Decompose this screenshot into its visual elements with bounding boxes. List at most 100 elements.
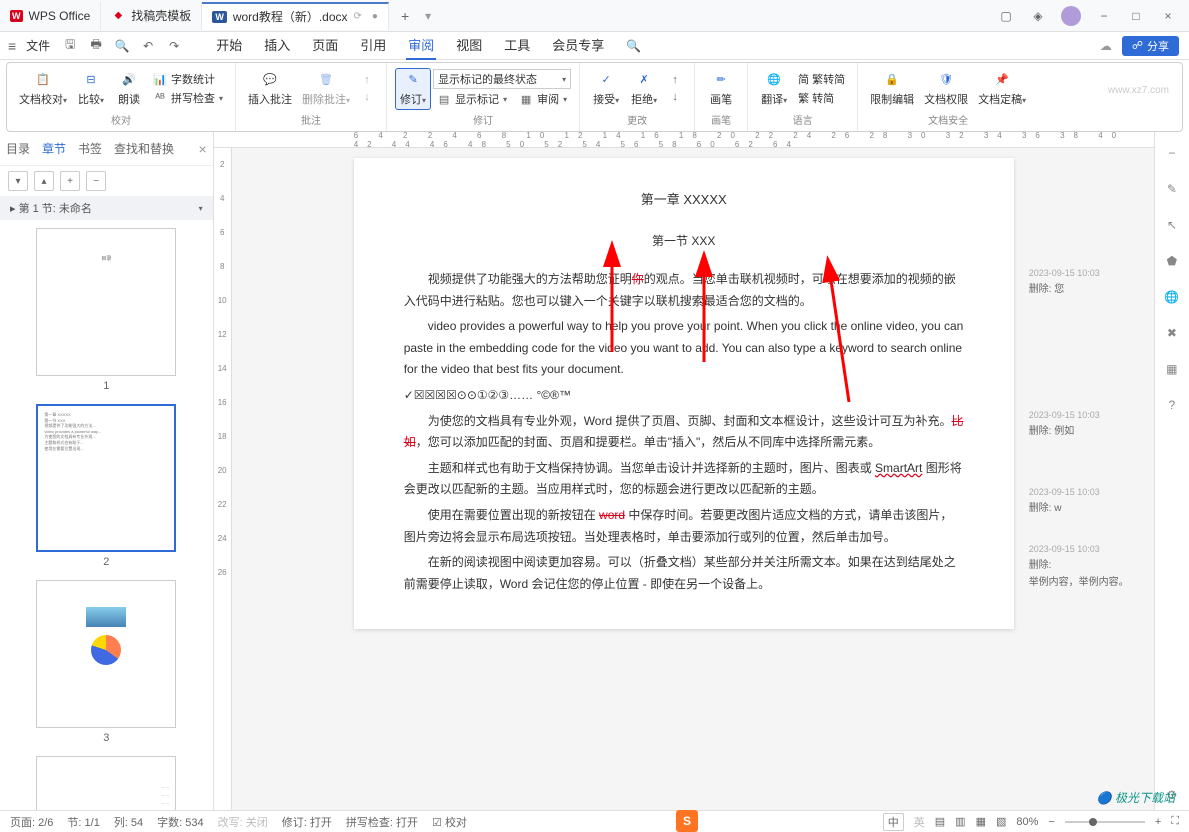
status-spell[interactable]: 拼写检查: 打开 (346, 814, 418, 830)
status-overwrite[interactable]: 改写: 关闭 (218, 814, 268, 830)
doc-permission-button[interactable]: 🛡文档权限 (920, 69, 972, 109)
cloud-icon[interactable]: ☁ (1100, 39, 1112, 53)
undo-icon[interactable]: ↶ (138, 39, 158, 53)
help-icon[interactable]: ? (1163, 396, 1181, 414)
zoom-slider[interactable] (1065, 821, 1145, 823)
tab-view[interactable]: 视图 (454, 31, 484, 60)
document-scroll[interactable]: 第一章 XXXXX 第一节 XXX 视频提供了功能强大的方法帮助您证明你的观点。… (214, 148, 1154, 814)
tab-templates[interactable]: ◆ 找稿壳模板 (101, 2, 202, 30)
pen-icon[interactable]: ✎ (1163, 180, 1181, 198)
tab-wps-home[interactable]: W WPS Office (0, 2, 101, 30)
sidebar-tab-bookmarks[interactable]: 书签 (78, 140, 102, 157)
sb-down-button[interactable]: ▾ (8, 171, 28, 191)
view-print-icon[interactable]: ▤ (935, 815, 945, 828)
status-revise[interactable]: 修订: 打开 (282, 814, 332, 830)
close-window-button[interactable]: × (1159, 7, 1177, 25)
delete-comment-button[interactable]: 🗑删除批注▾ (298, 69, 354, 109)
status-page[interactable]: 页面: 2/6 (10, 814, 53, 830)
ruler-horizontal[interactable]: 6 4 2 2 4 6 8 10 12 14 16 18 20 22 24 26… (214, 132, 1154, 148)
finalize-button[interactable]: 📌文档定稿▾ (974, 69, 1030, 109)
thumbnail[interactable]: 目录 1 (16, 228, 197, 392)
view-web-icon[interactable]: ▦ (976, 815, 986, 828)
ime-ch-button[interactable]: 中 (883, 813, 904, 831)
prev-change-button[interactable]: ↑ (664, 72, 686, 88)
hamburger-icon[interactable]: ≡ (8, 38, 16, 54)
tab-document[interactable]: W word教程（新）.docx ⟳ ● (202, 2, 389, 30)
brush-button[interactable]: ✏画笔 (703, 69, 739, 109)
ime-badge[interactable]: S (676, 810, 698, 832)
revision-item[interactable]: 2023-09-15 10:03 删除: w (1029, 487, 1154, 514)
collapse-icon[interactable]: − (1163, 144, 1181, 162)
review-pane-button[interactable]: ▦审阅▾ (515, 90, 571, 108)
revision-item[interactable]: 2023-09-15 10:03 删除: 举例内容，举例内容。 (1029, 544, 1154, 588)
tab-overflow-icon[interactable]: ▾ (425, 9, 431, 23)
ime-en-button[interactable]: 英 (914, 814, 925, 830)
close-tab-icon[interactable]: ● (372, 11, 378, 22)
read-aloud-button[interactable]: 🔊朗读 (111, 69, 147, 109)
save-icon[interactable]: 🖫 (60, 35, 80, 56)
new-tab-button[interactable]: + (389, 8, 421, 24)
trad-to-simp-button[interactable]: 简 繁转简 (794, 70, 849, 88)
sidebar-tab-chapters[interactable]: 章节 (42, 140, 66, 157)
sidebar-tab-toc[interactable]: 目录 (6, 140, 30, 157)
display-mode-dropdown[interactable]: 显示标记的最终状态▾ (433, 69, 571, 89)
next-change-button[interactable]: ↓ (664, 89, 686, 105)
thumbnail[interactable]: 3 (16, 580, 197, 744)
redo-icon[interactable]: ↷ (164, 39, 184, 53)
avatar[interactable] (1061, 6, 1081, 26)
restrict-edit-button[interactable]: 🔒限制编辑 (866, 69, 918, 109)
maximize-button[interactable]: □ (1127, 7, 1145, 25)
next-comment-button[interactable]: ↓ (356, 89, 378, 105)
simp-to-trad-button[interactable]: 繁 转简 (794, 89, 849, 107)
status-words[interactable]: 字数: 534 (157, 814, 203, 830)
zoom-label[interactable]: 80% (1016, 816, 1038, 828)
sb-add-button[interactable]: + (60, 171, 80, 191)
thumbnail[interactable]: 第一章 XXXXX第一节 XXX视频提供了功能强大的方法...video pro… (16, 404, 197, 568)
status-section[interactable]: 节: 1/1 (67, 814, 99, 830)
globe-icon[interactable]: 🌐 (1163, 288, 1181, 306)
sb-remove-button[interactable]: − (86, 171, 106, 191)
file-menu[interactable]: 文件 (26, 37, 50, 54)
tab-member[interactable]: 会员专享 (550, 31, 606, 60)
tab-start[interactable]: 开始 (214, 31, 244, 60)
shape-icon[interactable]: ⬟ (1163, 252, 1181, 270)
insert-comment-button[interactable]: 💬插入批注 (244, 69, 296, 109)
spell-check-button[interactable]: ᴬᴮ拼写检查▾ (149, 89, 227, 107)
share-button[interactable]: ☍ 分享 (1122, 36, 1179, 56)
compare-button[interactable]: ⊟比较▾ (73, 69, 109, 109)
track-changes-button[interactable]: ✎修订▾ (395, 68, 431, 110)
revision-item[interactable]: 2023-09-15 10:03 删除: 您 (1029, 268, 1154, 295)
select-icon[interactable]: ↖ (1163, 216, 1181, 234)
refresh-icon[interactable]: ⟳ (354, 11, 362, 22)
thumbnails-panel[interactable]: 目录 1 第一章 XXXXX第一节 XXX视频提供了功能强大的方法...vide… (0, 220, 213, 814)
tab-reference[interactable]: 引用 (358, 31, 388, 60)
revision-item[interactable]: 2023-09-15 10:03 删除: 例如 (1029, 410, 1154, 437)
view-read-icon[interactable]: ▥ (955, 815, 965, 828)
fullscreen-icon[interactable]: ⛶ (1171, 815, 1179, 828)
prev-comment-button[interactable]: ↑ (356, 72, 378, 88)
status-col[interactable]: 列: 54 (114, 814, 143, 830)
zoom-out-button[interactable]: − (1048, 816, 1054, 828)
preview-icon[interactable]: 🔍 (112, 39, 132, 53)
sidebar-section-header[interactable]: ▸ 第 1 节: 未命名▾ (0, 196, 213, 220)
accept-button[interactable]: ✓接受▾ (588, 69, 624, 109)
view-outline-icon[interactable]: ▧ (996, 815, 1006, 828)
tab-tools[interactable]: 工具 (502, 31, 532, 60)
thumbnail[interactable]: ... ...... ...... ...... ... 4 (16, 756, 197, 814)
sidebar-tab-find[interactable]: 查找和替换 (114, 140, 174, 157)
sb-up-button[interactable]: ▴ (34, 171, 54, 191)
tab-page[interactable]: 页面 (310, 31, 340, 60)
page[interactable]: 第一章 XXXXX 第一节 XXX 视频提供了功能强大的方法帮助您证明你的观点。… (354, 158, 1014, 629)
print-icon[interactable]: 🖶 (86, 35, 106, 56)
status-proofread[interactable]: ☑ 校对 (432, 814, 467, 830)
doc-proof-button[interactable]: 📋文档校对▾ (15, 69, 71, 109)
minimize-button[interactable]: − (1095, 7, 1113, 25)
layout-icon[interactable]: ▦ (1163, 360, 1181, 378)
app-menu-icon[interactable]: ▢ (997, 7, 1015, 25)
tab-insert[interactable]: 插入 (262, 31, 292, 60)
show-markup-button[interactable]: ▤显示标记▾ (433, 90, 511, 108)
translate-button[interactable]: 🌐翻译▾ (756, 69, 792, 109)
tools-icon[interactable]: ✖ (1163, 324, 1181, 342)
reject-button[interactable]: ✗拒绝▾ (626, 69, 662, 109)
search-icon[interactable]: 🔍 (626, 39, 641, 53)
